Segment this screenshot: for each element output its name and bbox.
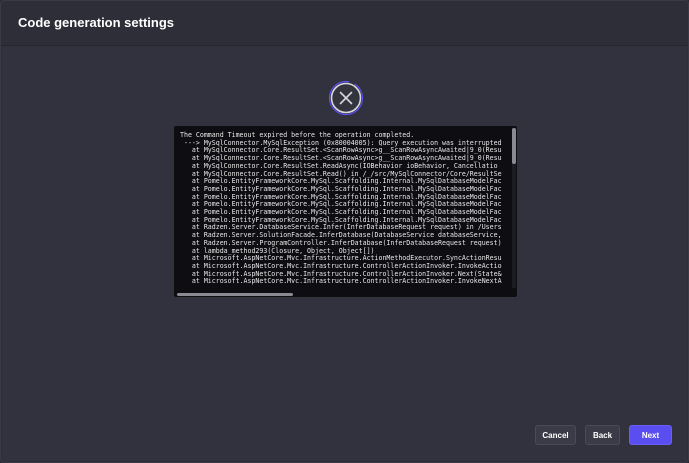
back-button[interactable]: Back xyxy=(585,425,620,445)
error-log-text: The Command Timeout expired before the o… xyxy=(180,131,502,286)
close-circle-icon xyxy=(328,80,364,116)
code-generation-dialog: Code generation settings The Command Tim… xyxy=(0,0,689,463)
dialog-header: Code generation settings xyxy=(1,1,688,46)
error-log-panel[interactable]: The Command Timeout expired before the o… xyxy=(174,126,517,297)
log-line: at Microsoft.AspNetCore.Mvc.Infrastructu… xyxy=(180,277,502,286)
vertical-scrollbar-thumb[interactable] xyxy=(512,128,516,164)
next-button[interactable]: Next xyxy=(629,425,672,445)
horizontal-scrollbar-thumb[interactable] xyxy=(177,293,293,296)
cancel-button[interactable]: Cancel xyxy=(535,425,576,445)
dialog-title: Code generation settings xyxy=(18,15,175,30)
